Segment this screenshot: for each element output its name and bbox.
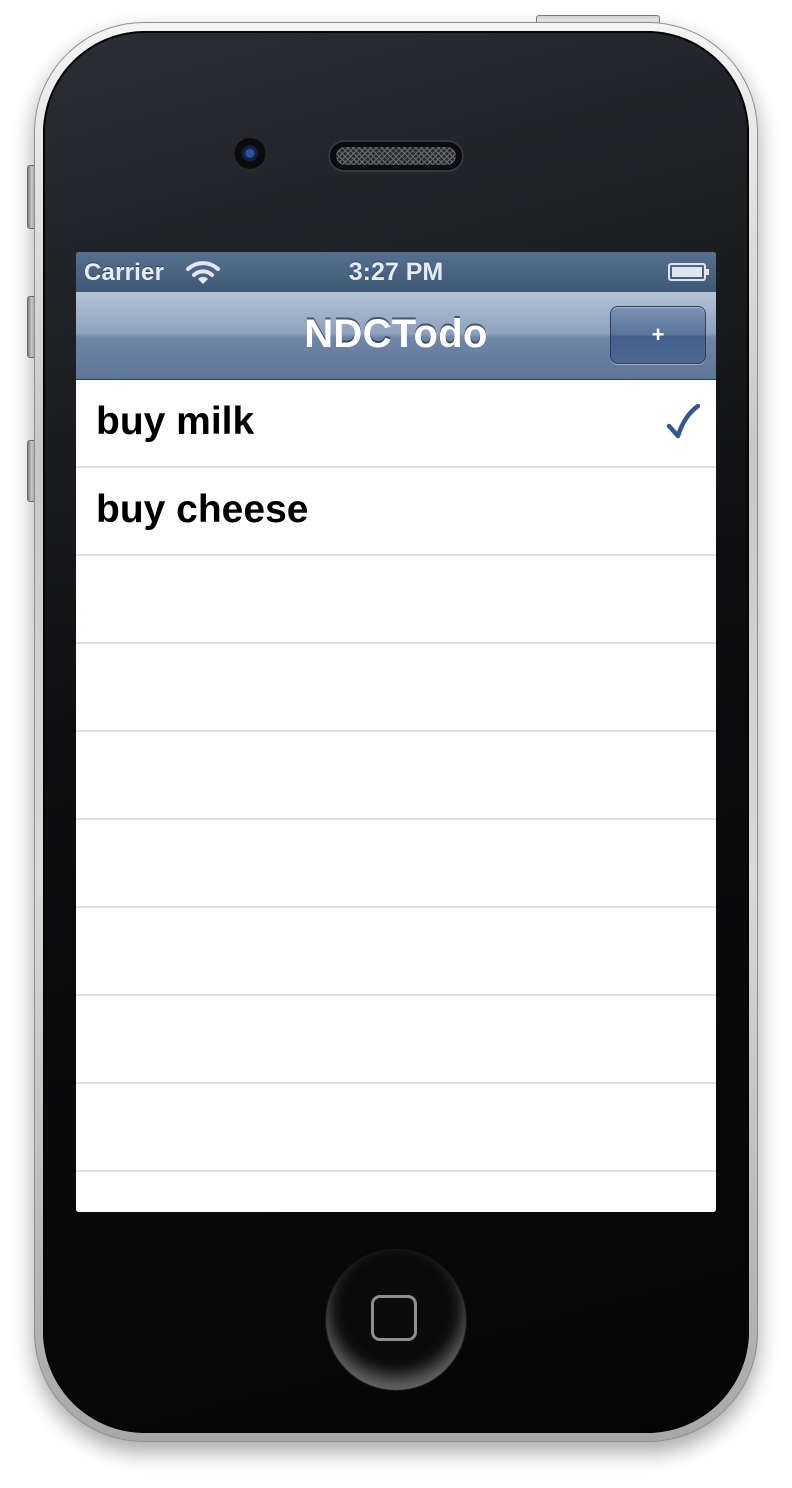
home-button[interactable] — [326, 1250, 466, 1390]
home-square-icon — [371, 1295, 417, 1341]
empty-row — [76, 908, 716, 996]
empty-row — [76, 556, 716, 644]
device-frame: Carrier 3:27 PM NDCTodo + buy milk buy c… — [0, 0, 792, 1488]
empty-row — [76, 732, 716, 820]
todo-label: buy milk — [96, 400, 255, 443]
empty-row — [76, 1172, 716, 1212]
todo-row[interactable]: buy cheese — [76, 468, 716, 556]
todo-row[interactable]: buy milk — [76, 380, 716, 468]
front-camera — [233, 138, 267, 172]
empty-row — [76, 996, 716, 1084]
status-bar: Carrier 3:27 PM — [76, 252, 716, 292]
speaker-grill — [336, 147, 456, 165]
navigation-bar: NDCTodo + — [76, 292, 716, 380]
empty-row — [76, 820, 716, 908]
empty-row — [76, 644, 716, 732]
add-todo-button[interactable]: + — [610, 306, 706, 364]
battery-icon — [668, 263, 709, 281]
earpiece-speaker — [328, 140, 464, 172]
checkmark-icon — [666, 404, 700, 439]
empty-row — [76, 1084, 716, 1172]
todo-table: buy milk buy cheese — [76, 380, 716, 1212]
screen: Carrier 3:27 PM NDCTodo + buy milk buy c… — [76, 252, 716, 1212]
todo-label: buy cheese — [96, 488, 309, 531]
status-time: 3:27 PM — [348, 258, 444, 286]
